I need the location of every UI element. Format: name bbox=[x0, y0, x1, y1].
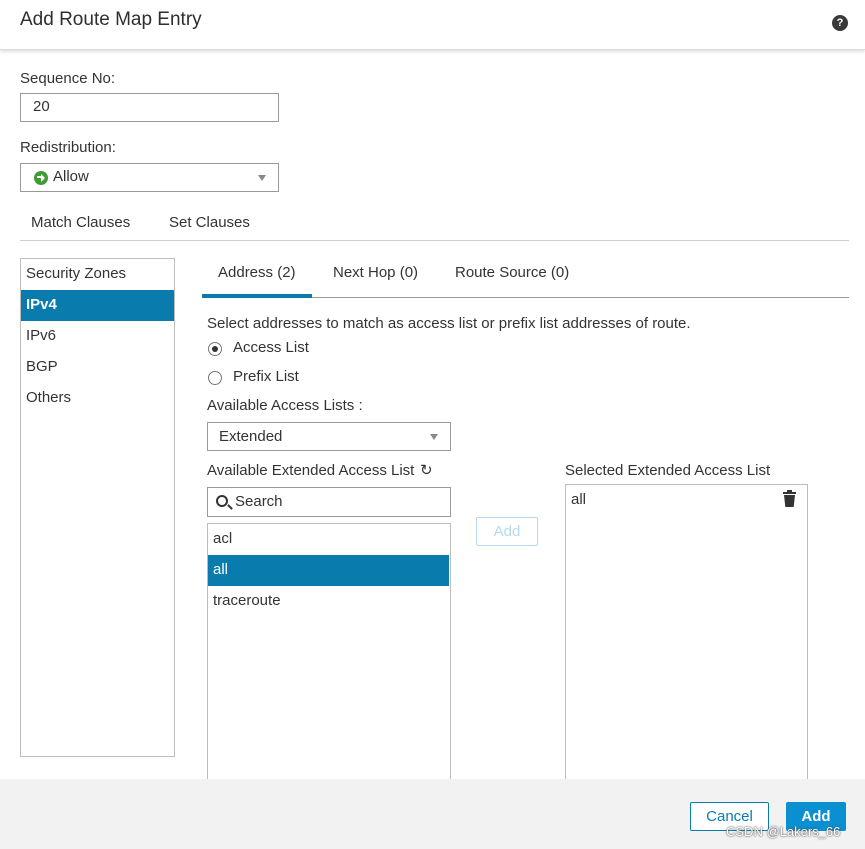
access-list-radio-label: Access List bbox=[233, 339, 309, 356]
selected-access-list: all bbox=[565, 484, 808, 792]
address-description: Select addresses to match as access list… bbox=[207, 315, 691, 332]
sidebar-item-security-zones[interactable]: Security Zones bbox=[21, 259, 174, 290]
watermark: CSDN @Lakers_66 bbox=[726, 824, 841, 839]
list-item-all[interactable]: all bbox=[208, 555, 449, 586]
available-access-lists-label: Available Access Lists : bbox=[207, 397, 363, 414]
redistribution-select[interactable]: Allow bbox=[20, 163, 279, 192]
dialog-header: Add Route Map Entry ? bbox=[0, 0, 865, 50]
search-placeholder: Search bbox=[235, 493, 283, 510]
clause-tabs: Match Clauses Set Clauses bbox=[20, 208, 849, 241]
tab-next-hop[interactable]: Next Hop (0) bbox=[333, 264, 418, 281]
match-sidebar: Security Zones IPv4 IPv6 BGP Others bbox=[20, 258, 175, 757]
chevron-down-icon bbox=[258, 175, 266, 181]
available-extended-label: Available Extended Access List bbox=[207, 462, 415, 479]
add-to-selected-button[interactable]: Add bbox=[476, 517, 538, 546]
active-tab-indicator bbox=[202, 294, 312, 298]
sidebar-item-ipv4[interactable]: IPv4 bbox=[21, 290, 174, 321]
search-input[interactable]: Search bbox=[207, 487, 451, 517]
tab-address[interactable]: Address (2) bbox=[218, 264, 296, 281]
list-item-acl[interactable]: acl bbox=[208, 524, 449, 555]
sidebar-item-ipv6[interactable]: IPv6 bbox=[21, 321, 174, 352]
tab-set-clauses[interactable]: Set Clauses bbox=[169, 214, 250, 231]
access-list-type-select[interactable]: Extended bbox=[207, 422, 451, 451]
selected-item-all[interactable]: all bbox=[566, 485, 807, 516]
available-access-list: acl all traceroute bbox=[207, 523, 451, 792]
tab-route-source[interactable]: Route Source (0) bbox=[455, 264, 569, 281]
address-sub-tabs: Address (2) Next Hop (0) Route Source (0… bbox=[202, 258, 849, 298]
trash-icon[interactable] bbox=[783, 490, 796, 507]
tab-match-clauses[interactable]: Match Clauses bbox=[31, 214, 130, 231]
sequence-label: Sequence No: bbox=[20, 70, 116, 87]
refresh-icon[interactable]: ↻ bbox=[420, 461, 433, 479]
dialog-title: Add Route Map Entry bbox=[20, 9, 202, 30]
selected-extended-label: Selected Extended Access List bbox=[565, 462, 771, 479]
list-item-traceroute[interactable]: traceroute bbox=[208, 586, 449, 617]
chevron-down-icon bbox=[430, 434, 438, 440]
redistribution-value: Allow bbox=[53, 168, 89, 185]
redistribution-label: Redistribution: bbox=[20, 139, 116, 156]
sidebar-item-others[interactable]: Others bbox=[21, 383, 174, 414]
access-list-radio[interactable] bbox=[208, 342, 222, 356]
help-icon[interactable]: ? bbox=[832, 15, 848, 31]
prefix-list-radio-label: Prefix List bbox=[233, 368, 299, 385]
access-list-type-value: Extended bbox=[219, 428, 283, 445]
sequence-input[interactable]: 20 bbox=[20, 93, 279, 122]
arrow-circle-right-icon bbox=[34, 171, 48, 185]
prefix-list-radio[interactable] bbox=[208, 371, 222, 385]
sidebar-item-bgp[interactable]: BGP bbox=[21, 352, 174, 383]
search-icon bbox=[216, 495, 228, 507]
